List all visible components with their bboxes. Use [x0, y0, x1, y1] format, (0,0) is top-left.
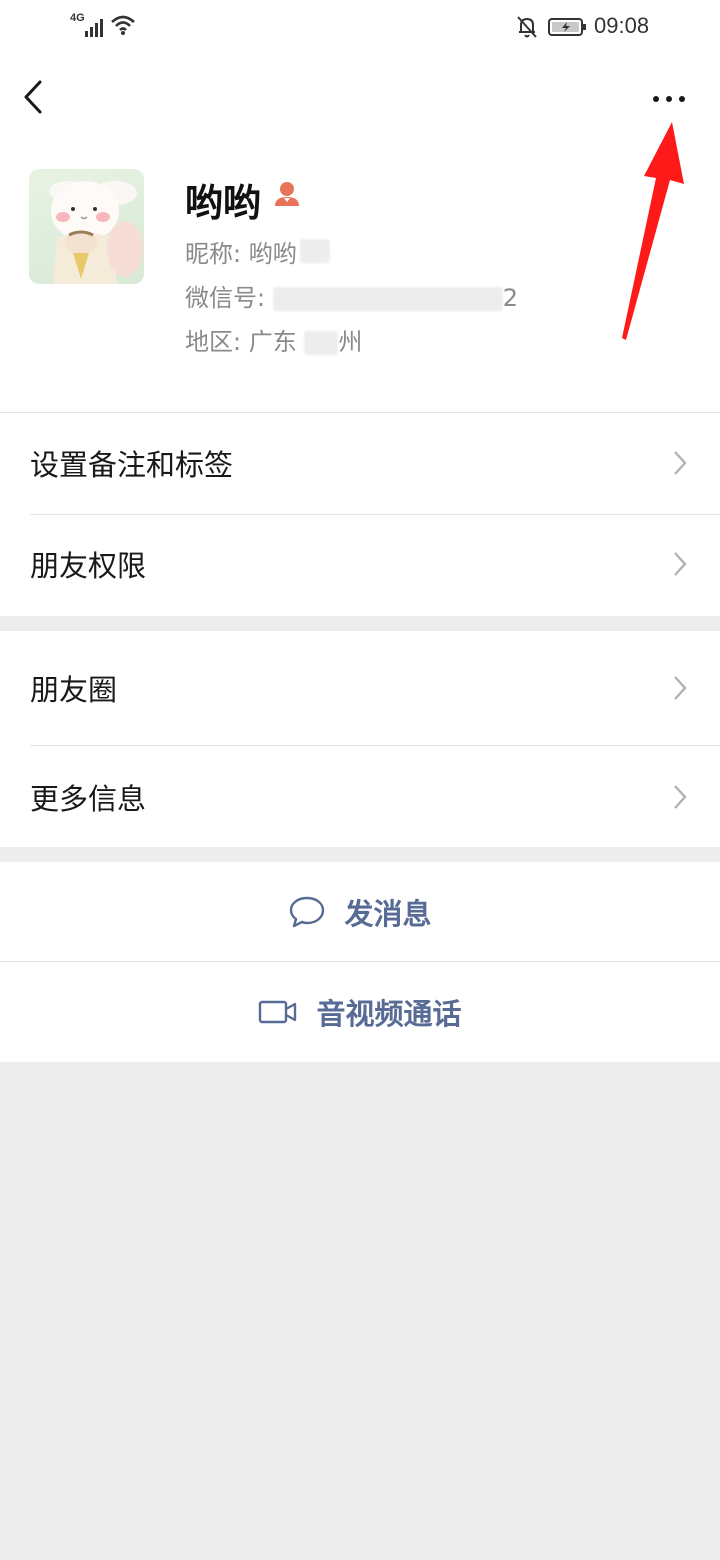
status-time: 09:08	[594, 13, 650, 38]
back-icon	[24, 80, 42, 114]
row-more-info[interactable]: 更多信息	[0, 746, 720, 847]
send-message-button[interactable]: 发消息	[0, 862, 720, 962]
wechat-id-label: 微信号:	[185, 284, 273, 312]
chevron-right-icon	[674, 451, 687, 475]
chevron-right-icon	[674, 676, 687, 700]
redaction-mark	[300, 239, 331, 263]
chevron-right-icon	[674, 552, 687, 576]
row-label: 朋友圈	[30, 673, 118, 707]
region-label: 地区: 广东	[185, 328, 305, 356]
bell-muted-icon	[517, 16, 537, 38]
video-call-button[interactable]: 音视频通话	[0, 962, 720, 1062]
row-label: 更多信息	[30, 781, 147, 816]
more-dots-icon	[653, 96, 659, 102]
video-camera-icon	[259, 1000, 297, 1024]
send-message-label: 发消息	[344, 897, 432, 931]
wechat-id-redacted	[272, 287, 503, 311]
annotation-arrow-icon	[622, 122, 684, 340]
display-name: 哟哟	[185, 181, 262, 225]
status-bar: 4G 09:08	[0, 0, 720, 56]
wechat-id-line: 微信号: 2	[185, 278, 518, 313]
wechat-id-tail: 2	[502, 284, 518, 312]
region-redacted	[304, 331, 339, 355]
row-friend-permissions[interactable]: 朋友权限	[0, 514, 720, 614]
more-dot-3	[679, 96, 685, 102]
chevron-right-icon	[674, 784, 687, 809]
avatar[interactable]	[29, 169, 144, 284]
avatar-image	[49, 181, 143, 284]
signal-icon	[85, 19, 103, 37]
contact-profile-screen: 4G 09:08 哟哟 昵称: 哟哟 微信号: 2 地区: 广东 州 设置备注和…	[0, 0, 720, 1560]
nickname-line: 昵称: 哟哟	[185, 234, 331, 269]
region-line: 地区: 广东 州	[185, 322, 362, 357]
row-label: 设置备注和标签	[30, 448, 234, 482]
video-call-label: 音视频通话	[316, 997, 462, 1031]
network-type: 4G	[70, 12, 85, 24]
person-badge-icon	[275, 182, 299, 206]
region-tail: 州	[338, 328, 363, 356]
menu-group-1: 设置备注和标签 朋友权限	[0, 412, 720, 616]
status-left: 4G	[70, 12, 150, 42]
wifi-icon	[111, 15, 135, 35]
more-dot-2	[666, 96, 672, 102]
chat-bubble-icon	[290, 896, 325, 928]
row-set-remark-tags[interactable]: 设置备注和标签	[0, 413, 720, 513]
nickname-text: 昵称: 哟哟	[185, 240, 297, 268]
row-moments[interactable]: 朋友圈	[0, 631, 720, 745]
row-label: 朋友权限	[30, 549, 147, 583]
battery-icon	[548, 18, 586, 36]
menu-group-2: 朋友圈 更多信息	[0, 631, 720, 847]
back-button[interactable]	[18, 78, 54, 118]
